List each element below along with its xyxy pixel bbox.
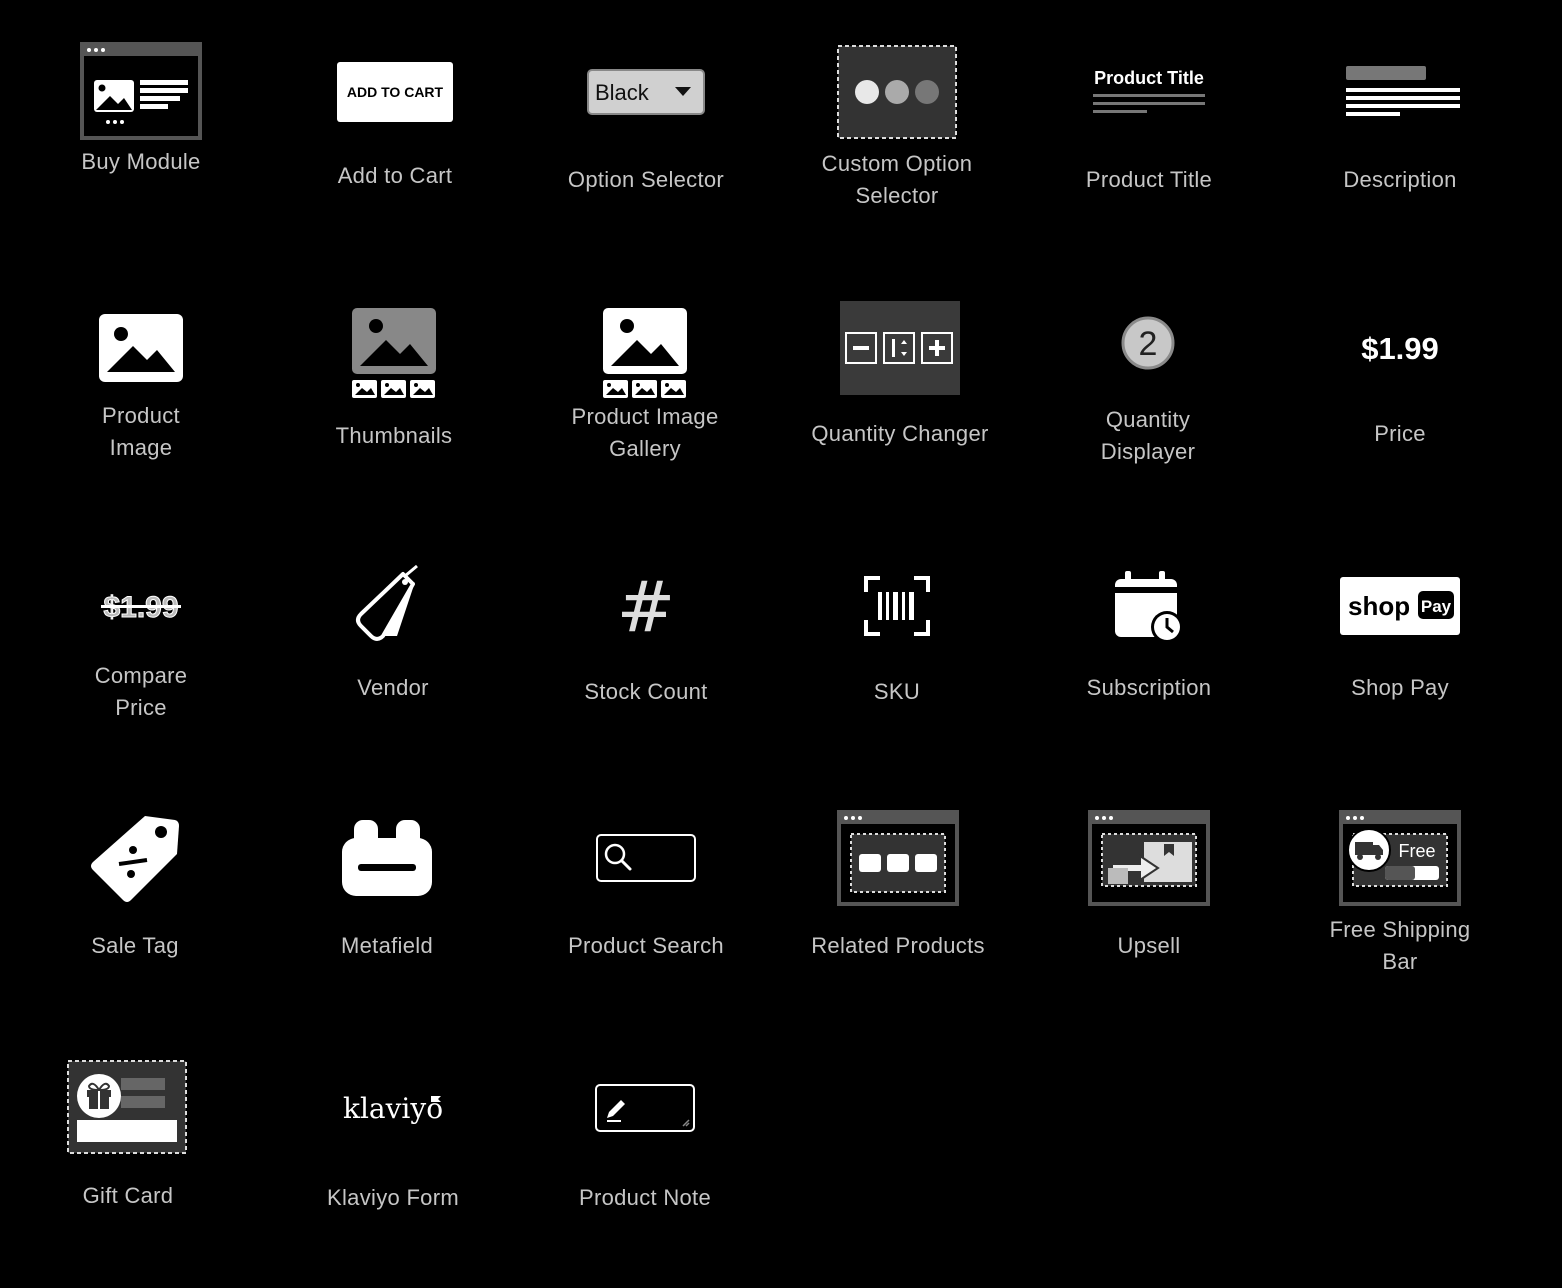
strikethrough-price-icon: $1.99 <box>31 554 251 658</box>
block-shop-pay[interactable]: shop Pay Shop Pay <box>1290 554 1510 784</box>
block-sale-tag[interactable]: Sale Tag <box>25 808 245 1038</box>
block-add-to-cart[interactable]: ADD TO CART Add to Cart <box>285 40 505 270</box>
shop-pay-pay: Pay <box>1421 597 1452 616</box>
product-title-icon: Product Title <box>1039 40 1259 144</box>
block-label: Shop Pay <box>1351 675 1449 700</box>
block-label: Related Products <box>811 933 985 958</box>
block-stock-count[interactable]: # Stock Count <box>536 554 756 784</box>
shop-pay-icon: shop Pay <box>1290 554 1510 658</box>
block-label: Product Image <box>102 403 180 460</box>
upsell-icon <box>1039 808 1259 908</box>
block-related-products[interactable]: Related Products <box>788 808 1008 1038</box>
block-label: Product Title <box>1085 167 1213 192</box>
block-label: Product Image Gallery <box>571 404 719 461</box>
klaviyo-wordmark: klaviyo <box>343 1092 443 1125</box>
block-quantity-displayer[interactable]: 2 Quantity Displayer <box>1038 296 1258 526</box>
block-option-selector[interactable]: Black Option Selector <box>536 40 756 270</box>
calendar-clock-icon <box>1039 554 1259 658</box>
block-label: Quantity Changer <box>811 421 989 446</box>
block-price[interactable]: $1.99 Price <box>1290 296 1510 526</box>
block-label: Sale Tag <box>91 933 179 958</box>
block-label: Product Search <box>568 933 724 958</box>
add-to-cart-icon: ADD TO CART <box>285 40 505 144</box>
option-value-text: Black <box>595 80 650 105</box>
block-klaviyo-form[interactable]: klaviyo Klaviyo Form <box>283 1058 503 1288</box>
block-label: Option Selector <box>567 167 725 192</box>
block-label: Klaviyo Form <box>327 1185 459 1210</box>
block-metafield[interactable]: Metafield <box>277 808 497 1038</box>
block-label: SKU <box>873 679 921 704</box>
block-product-note[interactable]: Product Note <box>535 1058 755 1288</box>
tag-icon <box>283 554 503 658</box>
block-label: Free Shipping Bar <box>1329 917 1471 974</box>
pencil-icon <box>535 1058 755 1158</box>
block-buy-module[interactable]: Buy Module <box>31 40 251 270</box>
block-free-shipping-bar[interactable]: Free Free Shipping Bar <box>1290 808 1510 1038</box>
gallery-icon <box>535 296 755 400</box>
quantity-value: 2 <box>1139 325 1158 363</box>
free-shipping-text: Free <box>1398 841 1435 861</box>
custom-option-selector-icon <box>787 40 1007 144</box>
block-product-title[interactable]: Product Title Product Title <box>1039 40 1259 270</box>
block-label: Price <box>1374 421 1426 446</box>
block-label: Thumbnails <box>335 423 453 448</box>
block-quantity-changer[interactable]: Quantity Changer <box>790 296 1010 526</box>
block-label: Metafield <box>341 933 433 958</box>
block-gift-card[interactable]: Gift Card <box>18 1058 238 1288</box>
quantity-badge-icon: 2 <box>1038 296 1258 390</box>
block-label: Stock Count <box>584 679 708 704</box>
search-icon <box>536 808 756 908</box>
block-label: Compare Price <box>94 663 188 720</box>
block-thumbnails[interactable]: Thumbnails <box>284 296 504 526</box>
metafield-icon <box>277 808 497 908</box>
buy-module-icon <box>31 40 251 144</box>
block-product-image[interactable]: Product Image <box>31 296 251 526</box>
klaviyo-logo-icon: klaviyo <box>283 1058 503 1158</box>
block-vendor[interactable]: Vendor <box>283 554 503 784</box>
barcode-icon <box>787 554 1007 658</box>
description-icon <box>1290 40 1510 144</box>
add-to-cart-text: ADD TO CART <box>347 84 444 100</box>
block-label: Description <box>1343 167 1457 192</box>
block-sku[interactable]: SKU <box>787 554 1007 784</box>
related-products-icon <box>788 808 1008 908</box>
block-label: Vendor <box>357 675 429 700</box>
price-value: $1.99 <box>1361 331 1439 366</box>
block-compare-price[interactable]: $1.99 Compare Price <box>31 554 251 784</box>
stock-symbol: # <box>617 566 676 648</box>
block-product-search[interactable]: Product Search <box>536 808 756 1038</box>
block-product-image-gallery[interactable]: Product Image Gallery <box>535 296 755 526</box>
block-label: Subscription <box>1086 675 1212 700</box>
block-label: Add to Cart <box>337 163 453 188</box>
product-title-text: Product Title <box>1094 68 1204 88</box>
block-label: Custom Option Selector <box>821 151 973 208</box>
image-icon <box>31 296 251 400</box>
price-icon: $1.99 <box>1290 296 1510 400</box>
block-upsell[interactable]: Upsell <box>1039 808 1259 1038</box>
block-label: Upsell <box>1117 933 1181 958</box>
quantity-changer-icon <box>790 296 1010 400</box>
thumbnails-icon <box>284 296 504 400</box>
block-custom-option-selector[interactable]: Custom Option Selector <box>787 40 1007 270</box>
minus-icon <box>853 346 869 350</box>
block-label: Buy Module <box>81 149 201 174</box>
block-description[interactable]: Description <box>1290 40 1510 270</box>
block-label: Product Note <box>578 1185 711 1210</box>
shop-pay-shop: shop <box>1348 591 1410 621</box>
block-subscription[interactable]: Subscription <box>1039 554 1259 784</box>
percent-tag-icon <box>25 808 245 908</box>
option-selector-icon: Black <box>536 40 756 144</box>
block-label: Gift Card <box>82 1183 174 1208</box>
truck-icon: Free <box>1290 808 1510 908</box>
gift-icon <box>18 1058 238 1158</box>
block-label: Quantity Displayer <box>1100 407 1196 464</box>
hash-icon: # <box>536 554 756 658</box>
